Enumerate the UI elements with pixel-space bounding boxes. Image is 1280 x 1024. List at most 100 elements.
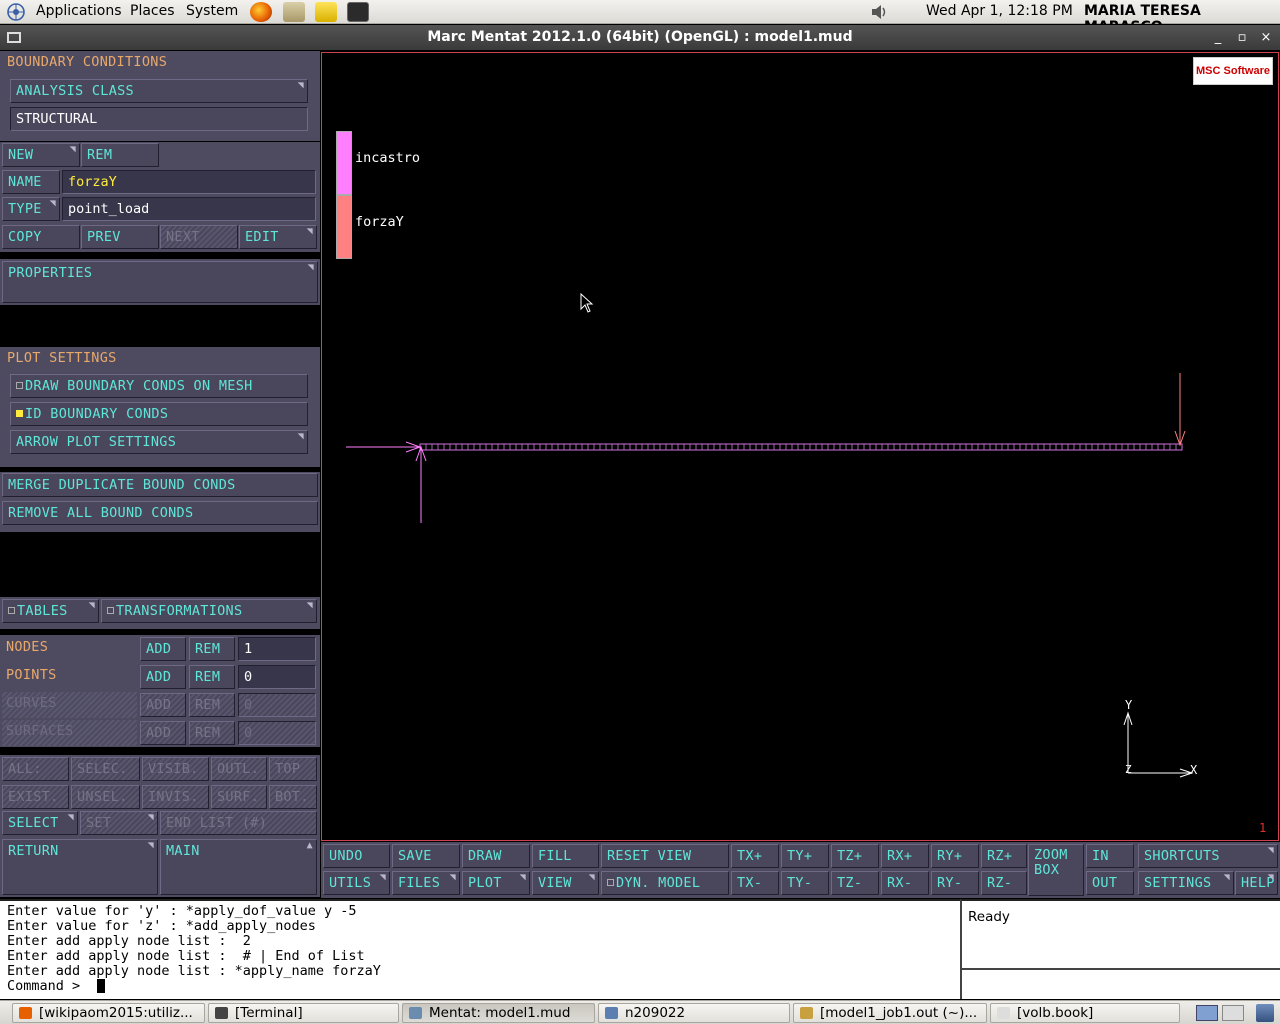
zoom-box-button[interactable]: ZOOM BOX [1028, 844, 1084, 896]
toolbar-reset-view-plus-button[interactable]: RESET VIEW [601, 844, 729, 868]
surfaces-add-button[interactable]: ADD [140, 721, 186, 745]
points-rem-button[interactable]: REM [189, 665, 235, 689]
tables-button[interactable]: TABLES ◥ [2, 599, 99, 623]
sel-top-button[interactable]: TOP [269, 757, 317, 781]
menu-system[interactable]: System [186, 3, 238, 19]
toolbar-rz-plus-button[interactable]: RZ+ [981, 844, 1027, 868]
toolbar-undo-plus-button[interactable]: UNDO [323, 844, 390, 868]
zoom-out-button[interactable]: OUT [1086, 871, 1134, 895]
next-button[interactable]: NEXT [160, 225, 238, 249]
volume-icon[interactable] [870, 3, 890, 21]
type-button[interactable]: TYPE ◥ [2, 197, 60, 221]
toolbar-draw-plus-button[interactable]: DRAW [462, 844, 530, 868]
close-icon[interactable]: × [1256, 25, 1276, 50]
toolbar-rx-minus-button[interactable]: RX- [881, 871, 929, 895]
shortcuts-button[interactable]: SHORTCUTS ◥ [1138, 844, 1278, 868]
graphics-viewport[interactable]: MSC Software incastro forzaY Y X Z 1 [321, 52, 1279, 841]
toolbar-ty-minus-button[interactable]: TY- [781, 871, 829, 895]
rem-button[interactable]: REM [81, 143, 159, 167]
draw-bc-on-mesh-toggle[interactable]: DRAW BOUNDARY CONDS ON MESH [10, 374, 308, 398]
prev-button[interactable]: PREV [81, 225, 159, 249]
id-bc-toggle[interactable]: ID BOUNDARY CONDS [10, 402, 308, 426]
toolbar-plot-minus-button[interactable]: PLOT ◥ [462, 871, 530, 895]
arrow-plot-settings-button[interactable]: ARROW PLOT SETTINGS ◥ [10, 430, 308, 454]
toolbar-dyn-model-minus-button[interactable]: DYN. MODEL [601, 871, 729, 895]
nodes-rem-label: REM [195, 641, 221, 657]
select-button[interactable]: SELECT ◥ [2, 811, 78, 835]
copy-button[interactable]: COPY [2, 225, 80, 249]
sel-selec-button[interactable]: SELEC. [71, 757, 140, 781]
toolbar-tz-minus-button[interactable]: TZ- [831, 871, 879, 895]
taskbar-item[interactable]: Mentat: model1.mud [402, 1003, 595, 1023]
command-console[interactable]: Enter value for 'y' : *apply_dof_value y… [0, 899, 960, 999]
taskbar-item[interactable]: [volb.book] [990, 1003, 1180, 1023]
zoom-in-label: IN [1092, 848, 1109, 864]
toolbar-view-minus-button[interactable]: VIEW ◥ [532, 871, 599, 895]
name-label-button[interactable]: NAME [2, 170, 60, 194]
trash-icon[interactable] [1256, 1004, 1274, 1022]
menu-places[interactable]: Places [130, 3, 175, 19]
sel-all-button[interactable]: ALL: [2, 757, 69, 781]
name-input[interactable]: forzaY [62, 170, 316, 194]
toolbar-files-minus-button[interactable]: FILES ◥ [392, 871, 460, 895]
taskbar-item[interactable]: [model1_job1.out (~)... [793, 1003, 987, 1023]
main-button[interactable]: MAIN ▲ [160, 839, 317, 895]
toolbar-utils-minus-button[interactable]: UTILS ◥ [323, 871, 390, 895]
menu-applications[interactable]: Applications [36, 3, 122, 19]
submenu-triangle-icon: ◥ [588, 872, 595, 883]
sel-unsel-button[interactable]: UNSEL. [71, 785, 140, 809]
new-button[interactable]: NEW ◥ [2, 143, 80, 167]
notes-icon[interactable] [315, 2, 337, 22]
toolbar-tx-minus-button[interactable]: TX- [731, 871, 779, 895]
set-button[interactable]: SET ◥ [80, 811, 158, 835]
toolbar-ry-minus-button[interactable]: RY- [931, 871, 979, 895]
terminal-icon[interactable] [347, 2, 369, 22]
merge-duplicate-button[interactable]: MERGE DUPLICATE BOUND CONDS [2, 473, 318, 497]
gnome-foot-icon[interactable] [6, 2, 26, 22]
sel-invis-button[interactable]: INVIS. [142, 785, 209, 809]
taskbar-item[interactable]: n209022 [598, 1003, 790, 1023]
window-menu-icon[interactable] [7, 32, 21, 43]
workspace-2-icon[interactable] [1222, 1005, 1244, 1021]
status-area: Ready [960, 899, 1280, 999]
analysis-class-button[interactable]: ANALYSIS CLASS ◥ [10, 79, 308, 103]
sel-label: SURF. [217, 789, 260, 805]
nodes-add-button[interactable]: ADD [140, 637, 186, 661]
settings-button[interactable]: SETTINGS ◥ [1138, 871, 1234, 895]
clock[interactable]: Wed Apr 1, 12:18 PM [926, 3, 1073, 19]
toolbar-tz-plus-button[interactable]: TZ+ [831, 844, 879, 868]
taskbar-item[interactable]: [wikipaom2015:utiliz... [12, 1003, 205, 1023]
points-add-button[interactable]: ADD [140, 665, 186, 689]
sel-visib-button[interactable]: VISIB. [142, 757, 209, 781]
toolbar-fill-plus-button[interactable]: FILL [532, 844, 599, 868]
workspace-1-icon[interactable] [1196, 1005, 1218, 1021]
nodes-rem-button[interactable]: REM [189, 637, 235, 661]
toolbar-save-plus-button[interactable]: SAVE [392, 844, 460, 868]
toolbar-tx-plus-button[interactable]: TX+ [731, 844, 779, 868]
type-value: point_load [62, 197, 316, 221]
return-button[interactable]: RETURN ◥ [2, 839, 158, 895]
toolbar-ty-plus-button[interactable]: TY+ [781, 844, 829, 868]
toolbar-rx-plus-button[interactable]: RX+ [881, 844, 929, 868]
firefox-icon[interactable] [250, 2, 272, 22]
toolbar-rz-minus-button[interactable]: RZ- [981, 871, 1027, 895]
sel-bot-button[interactable]: BOT. [269, 785, 317, 809]
curves-rem-button[interactable]: REM [189, 693, 235, 717]
minimize-icon[interactable]: _ [1208, 25, 1228, 50]
sel-exist-button[interactable]: EXIST. [2, 785, 69, 809]
zoom-in-button[interactable]: IN [1086, 844, 1134, 868]
transformations-button[interactable]: TRANSFORMATIONS ◥ [101, 599, 317, 623]
taskbar-item[interactable]: [Terminal] [208, 1003, 399, 1023]
surfaces-rem-button[interactable]: REM [189, 721, 235, 745]
mail-icon[interactable] [283, 2, 305, 22]
end-list-button[interactable]: END LIST (#) [160, 811, 317, 835]
curves-add-button[interactable]: ADD [140, 693, 186, 717]
properties-button[interactable]: PROPERTIES ◥ [2, 261, 318, 303]
sel-surf-button[interactable]: SURF. [211, 785, 267, 809]
edit-button[interactable]: EDIT ◥ [239, 225, 317, 249]
sel-outl-button[interactable]: OUTL. [211, 757, 267, 781]
remove-all-button[interactable]: REMOVE ALL BOUND CONDS [2, 501, 318, 525]
toolbar-ry-plus-button[interactable]: RY+ [931, 844, 979, 868]
help-button[interactable]: HELP ◥ [1235, 871, 1278, 895]
maximize-icon[interactable]: ▫ [1232, 25, 1252, 50]
